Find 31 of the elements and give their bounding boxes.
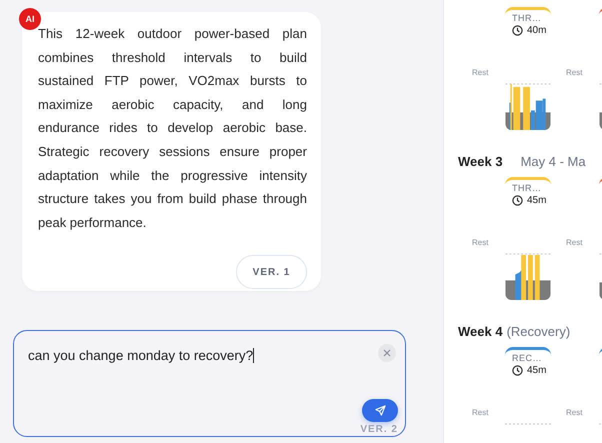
clock-icon xyxy=(512,365,523,376)
version-button[interactable]: VER. 1 xyxy=(236,255,307,290)
workout-name: REC… xyxy=(512,353,544,363)
rest-label: Rest xyxy=(565,408,582,417)
week-title: Week 3 xyxy=(458,154,503,168)
workout-name: THR… xyxy=(512,13,542,23)
rest-label: Rest xyxy=(471,408,488,417)
workout-profile-drawing xyxy=(505,83,551,130)
message-input[interactable]: can you change monday to recovery? VER. 2 xyxy=(13,330,406,437)
week-dates: May 4 - Ma xyxy=(520,154,586,168)
week-title: Week 4 xyxy=(458,324,503,338)
input-text: can you change monday to recovery? xyxy=(28,348,254,363)
send-button[interactable] xyxy=(362,399,398,422)
rest-label: Rest xyxy=(471,238,488,247)
version-label: VER. 2 xyxy=(360,424,398,435)
week-note: (Recovery) xyxy=(506,324,570,338)
workout-duration: 45m xyxy=(527,365,546,376)
workout-duration: 45m xyxy=(527,195,546,206)
rest-label: Rest xyxy=(565,68,582,77)
rest-label: Rest xyxy=(471,68,488,77)
close-icon xyxy=(383,349,391,357)
ai-badge: AI xyxy=(19,8,41,30)
clock-icon xyxy=(512,195,523,206)
clear-button[interactable] xyxy=(378,344,396,362)
workout-name: THR… xyxy=(512,183,542,193)
clock-icon xyxy=(512,25,523,36)
workout-duration: 40m xyxy=(527,25,546,36)
message-text: This 12-week outdoor power-based plan combines threshold intervals to build sustained FTP power, VO2max bursts to maximize aerobic capacity, and long endurance rides to develop aerobic base. Strategic recovery sessions ensure proper adaptation while the progressive intensity structure takes you from build phase through peak performance. xyxy=(38,25,307,232)
workout-profile-drawing xyxy=(505,253,551,300)
rest-label: Rest xyxy=(565,238,582,247)
send-icon xyxy=(374,405,386,416)
